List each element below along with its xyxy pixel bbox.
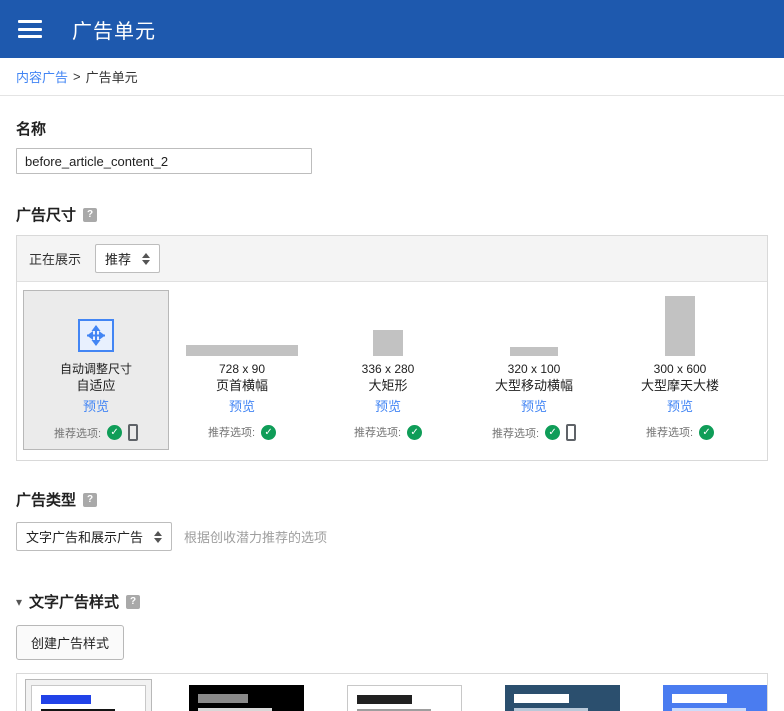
preview-link[interactable]: 预览 [229, 396, 255, 415]
leaderboard-shape [186, 345, 298, 356]
size-card-list: 自动调整尺寸 自适应 预览 推荐选项: ✓ 728 x 90 页首横幅 预览 推… [17, 282, 767, 460]
ad-type-label: 广告类型 [16, 492, 77, 509]
skyscraper-shape [665, 296, 695, 356]
recommended-check-icon: ✓ [407, 424, 423, 440]
text-style-heading: ▾ 文字广告样式 ? [16, 591, 768, 612]
rectangle-shape [373, 330, 403, 356]
ad-size-card-leaderboard[interactable]: 728 x 90 页首横幅 预览 推荐选项: ✓ [169, 290, 315, 450]
ad-size-label: 广告尺寸 [16, 207, 77, 224]
recommended-check-icon: ✓ [545, 425, 561, 440]
size-name: 自适应 [76, 378, 116, 393]
ad-style-card-elegant[interactable]: 尊贵典雅 [183, 679, 310, 711]
ad-size-card-large-rectangle[interactable]: 336 x 280 大矩形 预览 推荐选项: ✓ [315, 290, 461, 450]
app-header: 广告单元 [0, 0, 784, 58]
size-name: 页首横幅 [215, 378, 268, 393]
page-title: 广告单元 [72, 20, 156, 43]
size-caption: 300 x 600 [653, 362, 707, 376]
recommended-check-icon: ✓ [699, 424, 715, 440]
ad-size-card-responsive[interactable]: 自动调整尺寸 自适应 预览 推荐选项: ✓ [23, 290, 169, 450]
main-content: 名称 广告尺寸 ? 正在展示 推荐 [0, 118, 784, 711]
size-filter-value: 推荐 [105, 252, 132, 267]
size-name: 大型移动横幅 [494, 378, 573, 393]
preview-link[interactable]: 预览 [375, 396, 401, 415]
style-preview-default [31, 685, 146, 711]
preview-link[interactable]: 预览 [83, 396, 109, 415]
size-filter-select[interactable]: 推荐 [95, 244, 161, 273]
name-label: 名称 [16, 121, 47, 138]
recommended-check-icon: ✓ [107, 425, 123, 440]
recommended-check-icon: ✓ [261, 424, 277, 440]
ad-type-value: 文字广告和展示广告 [26, 530, 144, 545]
name-input[interactable] [16, 148, 312, 174]
mobile-banner-shape [510, 347, 558, 356]
text-style-label: 文字广告样式 [29, 594, 120, 611]
ad-size-panel: 正在展示 推荐 自动调整尺寸 自适应 预览 推荐选项: ✓ 728 x 90 页… [16, 235, 768, 461]
recommend-row: 推荐选项: ✓ [320, 424, 456, 440]
select-arrows-icon [142, 252, 151, 265]
size-name: 大矩形 [368, 378, 408, 393]
menu-icon[interactable] [18, 18, 46, 40]
ad-type-select[interactable]: 文字广告和展示广告 [16, 522, 173, 551]
mobile-icon [128, 424, 139, 441]
help-icon[interactable]: ? [83, 207, 98, 222]
help-icon[interactable]: ? [83, 492, 98, 507]
preview-link[interactable]: 预览 [521, 396, 547, 415]
collapse-triangle-icon[interactable]: ▾ [16, 595, 22, 609]
ad-style-card-default[interactable]: 默认 [25, 679, 152, 711]
size-name: 大型摩天大楼 [640, 378, 719, 393]
recommend-row: 推荐选项: ✓ [466, 424, 602, 441]
breadcrumb-separator: > [73, 69, 81, 84]
size-caption: 728 x 90 [218, 362, 266, 376]
ad-type-hint: 根据创收潜力推荐的选项 [184, 530, 328, 545]
ad-style-card-navy[interactable]: 深蓝反色 [499, 679, 626, 711]
ad-size-heading: 广告尺寸 ? [16, 204, 768, 225]
breadcrumb-current: 广告单元 [85, 70, 138, 85]
ad-size-card-large-skyscraper[interactable]: 300 x 600 大型摩天大楼 预览 推荐选项: ✓ [607, 290, 753, 450]
style-preview-colorful [663, 685, 767, 711]
mobile-icon [566, 424, 577, 441]
breadcrumb-parent-link[interactable]: 内容广告 [16, 67, 68, 86]
style-preview-black [189, 685, 304, 711]
create-ad-style-button[interactable]: 创建广告样式 [16, 625, 125, 660]
responsive-size-icon [28, 297, 164, 361]
size-caption: 自动调整尺寸 [59, 362, 132, 376]
recommend-row: 推荐选项: ✓ [612, 424, 748, 440]
select-arrows-icon [154, 530, 163, 543]
size-caption: 320 x 100 [507, 362, 561, 376]
ad-size-card-large-mobile-banner[interactable]: 320 x 100 大型移动横幅 预览 推荐选项: ✓ [461, 290, 607, 450]
ad-style-card-minimal[interactable]: 极简主义 [341, 679, 468, 711]
ad-type-heading: 广告类型 ? [16, 489, 768, 510]
recommend-row: 推荐选项: ✓ [174, 424, 310, 440]
recommend-row: 推荐选项: ✓ [28, 424, 164, 441]
preview-link[interactable]: 预览 [667, 396, 693, 415]
breadcrumb: 内容广告 > 广告单元 [0, 58, 784, 96]
help-icon[interactable]: ? [126, 594, 141, 609]
ad-type-row: 文字广告和展示广告 根据创收潜力推荐的选项 [16, 522, 768, 551]
ad-style-panel: 默认 尊贵典雅 极简主义 深蓝反色 色彩缤纷 [16, 673, 768, 711]
ad-style-card-colorful[interactable]: 色彩缤纷 [657, 679, 767, 711]
size-filter-label: 正在展示 [29, 252, 82, 267]
style-preview-minimal [347, 685, 462, 711]
size-filter-toolbar: 正在展示 推荐 [17, 236, 767, 282]
size-caption: 336 x 280 [361, 362, 415, 376]
style-preview-navy [505, 685, 620, 711]
